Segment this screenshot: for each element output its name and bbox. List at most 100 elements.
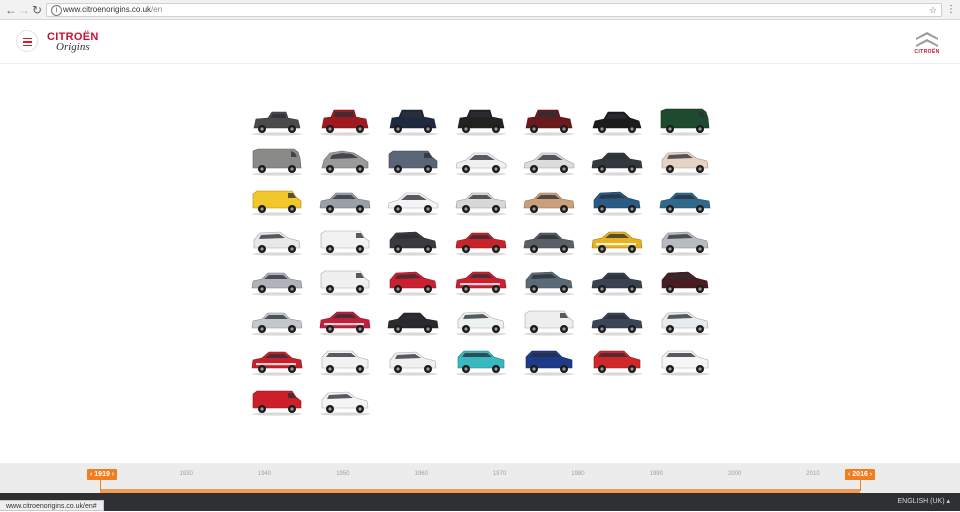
- car-thumbnail[interactable]: [386, 108, 440, 138]
- start-year: 1919: [94, 471, 110, 478]
- car-thumbnail[interactable]: [318, 228, 372, 258]
- car-thumbnail[interactable]: [386, 308, 440, 338]
- car-icon: [388, 351, 438, 376]
- car-thumbnail[interactable]: [250, 388, 304, 418]
- timeline-year-label[interactable]: 1960: [415, 471, 428, 477]
- car-thumbnail[interactable]: [658, 348, 712, 378]
- car-icon: [455, 271, 507, 296]
- car-icon: [660, 271, 710, 296]
- car-icon: [320, 350, 370, 376]
- car-thumbnail[interactable]: [386, 228, 440, 258]
- citroen-origins-logo[interactable]: CITROËN Origins: [47, 31, 107, 57]
- info-icon[interactable]: i: [51, 5, 62, 16]
- timeline-year-label[interactable]: 2000: [728, 471, 741, 477]
- car-icon: [524, 271, 574, 296]
- car-body: [252, 148, 302, 169]
- car-thumbnail[interactable]: [250, 308, 304, 338]
- car-thumbnail[interactable]: [250, 188, 304, 218]
- car-thumbnail[interactable]: [250, 268, 304, 298]
- car-thumbnail[interactable]: [522, 228, 576, 258]
- car-thumbnail[interactable]: [454, 348, 508, 378]
- brand-subtitle: Origins: [56, 41, 90, 53]
- car-thumbnail[interactable]: [454, 108, 508, 138]
- url-text: www.citroenorigins.co.uk/en: [63, 4, 162, 16]
- citroen-chevron-logo[interactable]: CITROËN: [908, 30, 946, 58]
- car-thumbnail[interactable]: [522, 188, 576, 218]
- reload-icon[interactable]: ↻: [30, 3, 44, 17]
- car-thumbnail[interactable]: [250, 108, 304, 138]
- car-icon: [252, 111, 302, 136]
- car-thumbnail[interactable]: [590, 228, 644, 258]
- car-thumbnail[interactable]: [454, 188, 508, 218]
- car-thumbnail[interactable]: [658, 268, 712, 298]
- car-thumbnail[interactable]: [522, 308, 576, 338]
- car-thumbnail[interactable]: [318, 148, 372, 178]
- car-icon: [319, 311, 371, 336]
- car-thumbnail[interactable]: [318, 388, 372, 418]
- car-thumbnail[interactable]: [590, 348, 644, 378]
- car-thumbnail[interactable]: [318, 348, 372, 378]
- car-thumbnail[interactable]: [318, 188, 372, 218]
- browser-toolbar: ← → ↻ i www.citroenorigins.co.uk/en ☆ ⋮: [0, 0, 960, 20]
- back-arrow-icon[interactable]: ←: [4, 3, 18, 17]
- car-thumbnail[interactable]: [318, 268, 372, 298]
- car-thumbnail[interactable]: [454, 268, 508, 298]
- car-thumbnail[interactable]: [318, 108, 372, 138]
- forward-arrow-icon[interactable]: →: [17, 3, 31, 17]
- timeline-year-label[interactable]: 1950: [336, 471, 349, 477]
- car-thumbnail[interactable]: [658, 148, 712, 178]
- timeline-year-label[interactable]: 1930: [179, 471, 192, 477]
- car-thumbnail[interactable]: [386, 188, 440, 218]
- car-thumbnail[interactable]: [522, 268, 576, 298]
- car-thumbnail[interactable]: [318, 308, 372, 338]
- menu-hamburger-icon[interactable]: [16, 30, 38, 52]
- car-icon: [320, 109, 370, 136]
- car-thumbnail[interactable]: [250, 348, 304, 378]
- timeline-end-handle[interactable]: ‹ 2016 ›: [845, 469, 876, 480]
- browser-menu-icon[interactable]: ⋮: [946, 3, 956, 17]
- timeline-end-marker: [860, 480, 861, 491]
- car-thumbnail[interactable]: [658, 188, 712, 218]
- car-body: [660, 108, 710, 129]
- car-icon: [592, 191, 642, 216]
- car-icon: [320, 230, 370, 256]
- car-thumbnail[interactable]: [454, 228, 508, 258]
- car-icon: [320, 150, 370, 176]
- timeline-year-label[interactable]: 1940: [258, 471, 271, 477]
- car-icon: [252, 148, 302, 176]
- car-thumbnail[interactable]: [386, 148, 440, 178]
- car-thumbnail[interactable]: [454, 148, 508, 178]
- car-thumbnail[interactable]: [590, 108, 644, 138]
- car-thumbnail[interactable]: [386, 348, 440, 378]
- car-icon: [388, 231, 438, 256]
- timeline-year-label[interactable]: 1990: [650, 471, 663, 477]
- car-thumbnail[interactable]: [590, 188, 644, 218]
- timeline-year-label[interactable]: 1980: [571, 471, 584, 477]
- bookmark-star-icon[interactable]: ☆: [929, 4, 937, 16]
- car-thumbnail[interactable]: [590, 148, 644, 178]
- car-thumbnail[interactable]: [658, 228, 712, 258]
- car-icon: [252, 231, 302, 256]
- timeline[interactable]: ‹ 1919 › ‹ 2016 › 1930 1940 1950 1960 1970 19…: [0, 463, 960, 493]
- timeline-start-handle[interactable]: ‹ 1919 ›: [87, 469, 118, 480]
- car-thumbnail[interactable]: [658, 108, 712, 138]
- car-thumbnail[interactable]: [590, 308, 644, 338]
- car-icon: [387, 312, 439, 336]
- car-thumbnail[interactable]: [522, 348, 576, 378]
- car-thumbnail[interactable]: [250, 228, 304, 258]
- car-thumbnail[interactable]: [386, 268, 440, 298]
- car-thumbnail[interactable]: [522, 108, 576, 138]
- car-thumbnail[interactable]: [590, 268, 644, 298]
- car-icon: [524, 310, 574, 336]
- car-thumbnail[interactable]: [454, 308, 508, 338]
- car-thumbnail[interactable]: [250, 148, 304, 178]
- timeline-year-label[interactable]: 2010: [806, 471, 819, 477]
- car-icon: [660, 108, 710, 136]
- language-selector[interactable]: ENGLISH (UK) ▴: [897, 497, 950, 505]
- address-bar[interactable]: i www.citroenorigins.co.uk/en ☆: [46, 3, 942, 17]
- car-thumbnail[interactable]: [522, 148, 576, 178]
- timeline-year-label[interactable]: 1970: [493, 471, 506, 477]
- car-icon: [320, 391, 370, 416]
- right-logo-text: CITROËN: [914, 49, 940, 55]
- car-thumbnail[interactable]: [658, 308, 712, 338]
